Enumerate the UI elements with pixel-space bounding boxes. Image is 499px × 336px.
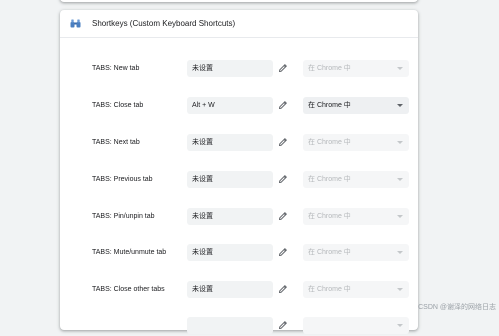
shortcut-input[interactable]: 未设置 — [187, 244, 273, 261]
command-label: TABS: Next tab — [92, 139, 140, 146]
scope-select[interactable]: 在 Chrome 中 — [303, 281, 409, 298]
chevron-down-icon — [397, 178, 403, 181]
chevron-down-icon — [397, 104, 403, 107]
scope-select-value: 在 Chrome 中 — [308, 65, 351, 72]
command-row: TABS: Close other tabs 未设置 在 Chrome 中 — [60, 280, 418, 300]
pencil-icon[interactable] — [278, 100, 288, 110]
previous-extension-card — [60, 0, 418, 2]
scope-select[interactable]: 在 Chrome 中 — [303, 134, 409, 151]
chevron-down-icon — [397, 288, 403, 291]
extension-shortcuts-card: Shortkeys (Custom Keyboard Shortcuts) TA… — [60, 10, 418, 334]
shortcut-input[interactable] — [187, 317, 273, 334]
binoculars-icon — [70, 19, 81, 28]
scope-select[interactable] — [303, 317, 409, 334]
chevron-down-icon — [397, 215, 403, 218]
chevron-down-icon — [397, 141, 403, 144]
scope-select[interactable]: 在 Chrome 中 — [303, 208, 409, 225]
scope-select[interactable]: 在 Chrome 中 — [303, 97, 409, 114]
pencil-icon[interactable] — [278, 320, 288, 330]
pencil-icon[interactable] — [278, 211, 288, 221]
command-label: TABS: Mute/unmute tab — [92, 249, 167, 256]
pencil-icon[interactable] — [278, 63, 288, 73]
watermark: CSDN @谢泽的网络日志 — [418, 304, 496, 311]
command-row: TABS: Close tab Alt + W 在 Chrome 中 — [60, 96, 418, 116]
command-label: TABS: Pin/unpin tab — [92, 213, 155, 220]
shortcut-input[interactable]: 未设置 — [187, 171, 273, 188]
command-row: TABS: Pin/unpin tab 未设置 在 Chrome 中 — [60, 207, 418, 227]
shortcut-input[interactable]: 未设置 — [187, 60, 273, 77]
scope-select[interactable]: 在 Chrome 中 — [303, 60, 409, 77]
pencil-icon[interactable] — [278, 137, 288, 147]
pencil-icon[interactable] — [278, 247, 288, 257]
command-label: TABS: Close tab — [92, 102, 144, 109]
scope-select[interactable]: 在 Chrome 中 — [303, 244, 409, 261]
card-header: Shortkeys (Custom Keyboard Shortcuts) — [60, 10, 418, 38]
command-label: TABS: Close other tabs — [92, 286, 165, 293]
scope-select-value: 在 Chrome 中 — [308, 286, 351, 293]
scope-select-value: 在 Chrome 中 — [308, 176, 351, 183]
command-label: TABS: Previous tab — [92, 176, 153, 183]
command-label: TABS: New tab — [92, 65, 140, 72]
scope-select-value: 在 Chrome 中 — [308, 139, 351, 146]
chevron-down-icon — [397, 251, 403, 254]
chevron-down-icon — [397, 324, 403, 327]
command-row: TABS: New tab 未设置 在 Chrome 中 — [60, 59, 418, 79]
scope-select-value: 在 Chrome 中 — [308, 102, 351, 109]
shortcut-input[interactable]: 未设置 — [187, 281, 273, 298]
command-row — [60, 316, 418, 336]
extension-title: Shortkeys (Custom Keyboard Shortcuts) — [92, 19, 236, 28]
pencil-icon[interactable] — [278, 284, 288, 294]
scope-select[interactable]: 在 Chrome 中 — [303, 171, 409, 188]
command-row: TABS: Previous tab 未设置 在 Chrome 中 — [60, 170, 418, 190]
shortcut-input[interactable]: 未设置 — [187, 208, 273, 225]
scope-select-value: 在 Chrome 中 — [308, 213, 351, 220]
command-row: TABS: Mute/unmute tab 未设置 在 Chrome 中 — [60, 243, 418, 263]
shortcut-input[interactable]: 未设置 — [187, 134, 273, 151]
pencil-icon[interactable] — [278, 174, 288, 184]
command-row: TABS: Next tab 未设置 在 Chrome 中 — [60, 133, 418, 153]
scope-select-value: 在 Chrome 中 — [308, 249, 351, 256]
chevron-down-icon — [397, 67, 403, 70]
shortcut-input[interactable]: Alt + W — [187, 97, 273, 114]
